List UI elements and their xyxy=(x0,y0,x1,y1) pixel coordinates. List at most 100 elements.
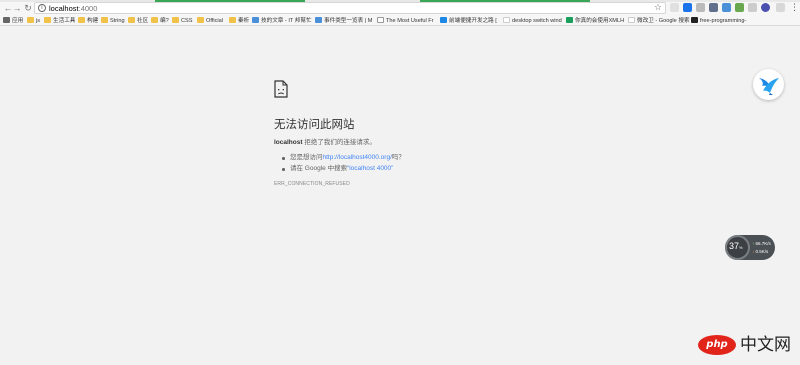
extension-icon[interactable] xyxy=(696,3,705,12)
down-arrow-icon: ↓ xyxy=(752,249,755,254)
error-message: localhost 拒绝了我们的连接请求。 xyxy=(274,139,376,147)
browser-toolbar: ← → ↻ i localhost:4000 ☆ ⋮ xyxy=(0,0,800,16)
folder-icon xyxy=(44,17,51,23)
error-code: ERR_CONNECTION_REFUSED xyxy=(274,181,350,187)
bookmarks-bar: 应用 js 生活工具 构建 String 社区 编? CSS Official … xyxy=(0,16,800,26)
bird-icon xyxy=(759,78,779,95)
bookmark-label: 微改卫 - Google 搜索 xyxy=(637,18,690,24)
site-icon xyxy=(440,17,447,23)
upload-speed: ↑ 66.7K/s xyxy=(752,241,771,246)
bookmark-label: 技的文章 - IT 邦幫忙 xyxy=(261,18,312,24)
bookmark-item[interactable]: 事件类型一览表 | M xyxy=(315,17,372,25)
extension-icon[interactable] xyxy=(670,3,679,12)
bookmark-label: 秦析 xyxy=(238,18,250,24)
bookmark-item[interactable]: free-programming- xyxy=(691,17,746,25)
folder-icon xyxy=(78,17,85,23)
address-bar[interactable]: i localhost:4000 ☆ xyxy=(34,2,666,14)
bookmark-label: 生活工具 xyxy=(53,18,76,24)
bookmark-item[interactable]: 微改卫 - Google 搜索 xyxy=(628,17,690,25)
bookmark-item[interactable]: 前端便捷开发之路 [ xyxy=(440,17,497,25)
folder-icon xyxy=(128,17,135,23)
download-speed: ↓ 0.5K/s xyxy=(752,249,768,254)
bookmark-item[interactable]: CSS xyxy=(172,17,193,25)
site-icon xyxy=(566,17,573,23)
site-icon xyxy=(252,17,259,23)
suggestion-text: 您是想访问 xyxy=(290,154,323,161)
google-icon xyxy=(628,17,635,23)
cpu-percent: 37% xyxy=(729,241,743,253)
network-speed-widget[interactable]: 37% ↑ 66.7K/s ↓ 0.5K/s xyxy=(725,235,775,260)
watermark-text: 中文网 xyxy=(740,335,791,355)
bookmark-item[interactable]: String xyxy=(101,17,125,25)
forward-button[interactable]: → xyxy=(12,3,22,13)
arrow-right-icon: → xyxy=(12,3,22,13)
site-icon xyxy=(315,17,322,23)
bookmark-item[interactable]: 社区 xyxy=(128,17,148,25)
extension-icon[interactable] xyxy=(722,3,731,12)
sad-document-icon xyxy=(274,80,288,98)
bookmark-item[interactable]: 你真的会使用XMLH xyxy=(566,17,624,25)
bookmark-label: 你真的会使用XMLH xyxy=(575,18,625,24)
percent-unit: % xyxy=(739,245,743,250)
bookmark-label: 应用 xyxy=(12,18,24,24)
suggestion-text: 请在 Google 中搜索 xyxy=(290,165,348,172)
globe-icon xyxy=(377,17,384,23)
extension-icon[interactable] xyxy=(761,3,770,12)
url-port: :4000 xyxy=(78,4,98,13)
upload-value: 66.7 xyxy=(755,241,765,246)
bookmark-item[interactable]: The Most Useful Fr xyxy=(377,17,434,25)
bookmark-item[interactable]: 构建 xyxy=(78,17,98,25)
github-icon xyxy=(691,17,698,23)
upload-unit: K/s xyxy=(764,241,771,246)
bookmark-item[interactable]: 生活工具 xyxy=(44,17,75,25)
folder-icon xyxy=(27,17,34,23)
bookmark-item[interactable]: 秦析 xyxy=(229,17,249,25)
reload-icon: ↻ xyxy=(24,3,32,13)
bookmark-label: 编? xyxy=(160,18,169,24)
extension-icon[interactable] xyxy=(735,3,744,12)
extension-icon[interactable] xyxy=(748,3,757,12)
folder-icon xyxy=(101,17,108,23)
bookmark-item[interactable]: 技的文章 - IT 邦幫忙 xyxy=(252,17,312,25)
info-icon[interactable]: i xyxy=(38,4,46,12)
watermark-logo: php 中文网 xyxy=(698,333,793,357)
suggestion-text: 吗？ xyxy=(391,154,405,161)
bookmark-label: 事件类型一览表 | M xyxy=(324,18,373,24)
reload-button[interactable]: ↻ xyxy=(23,3,33,13)
star-icon[interactable]: ☆ xyxy=(654,3,662,13)
error-host: localhost xyxy=(274,139,303,146)
bookmark-item[interactable]: desktop switch wind xyxy=(503,17,562,25)
download-unit: K/s xyxy=(761,249,769,254)
extension-icon[interactable] xyxy=(683,3,692,12)
apps-grid-icon xyxy=(3,17,10,23)
bookmark-label: The Most Useful Fr xyxy=(386,18,434,24)
bookmark-item[interactable]: js xyxy=(27,17,40,25)
google-search-link[interactable]: “localhost 4000” xyxy=(347,165,393,172)
url-host: localhost xyxy=(49,4,79,13)
bookmark-item[interactable]: Official xyxy=(197,17,223,25)
bookmark-label: js xyxy=(36,18,41,24)
php-logo: php xyxy=(698,335,736,355)
browser-window: ← → ↻ i localhost:4000 ☆ ⋮ 应用 js 生活工具 构建… xyxy=(0,0,800,365)
bookmark-label: free-programming- xyxy=(700,18,747,24)
google-icon xyxy=(503,17,510,23)
vertical-dots-icon[interactable]: ⋮ xyxy=(790,3,799,13)
extension-icon[interactable] xyxy=(776,3,785,12)
folder-icon xyxy=(229,17,236,23)
bookmark-item[interactable]: 编? xyxy=(151,17,169,25)
bookmark-label: String xyxy=(110,18,125,24)
bird-badge[interactable] xyxy=(753,69,784,100)
bookmark-label: desktop switch wind xyxy=(512,18,562,24)
error-message-text: 拒绝了我们的连接请求。 xyxy=(302,139,376,146)
folder-icon xyxy=(151,17,158,23)
suggestion-item: 请在 Google 中搜索“localhost 4000” xyxy=(282,164,405,175)
folder-icon xyxy=(197,17,204,23)
error-title: 无法访问此网站 xyxy=(274,119,355,131)
extension-icon[interactable] xyxy=(709,3,718,12)
suggested-url-link[interactable]: http://localhost4000.org/ xyxy=(323,154,392,161)
bookmark-label: 社区 xyxy=(137,18,149,24)
bookmark-item[interactable]: 应用 xyxy=(3,17,23,25)
up-arrow-icon: ↑ xyxy=(752,241,755,246)
folder-icon xyxy=(172,17,179,23)
url-text[interactable]: localhost:4000 xyxy=(49,4,97,13)
